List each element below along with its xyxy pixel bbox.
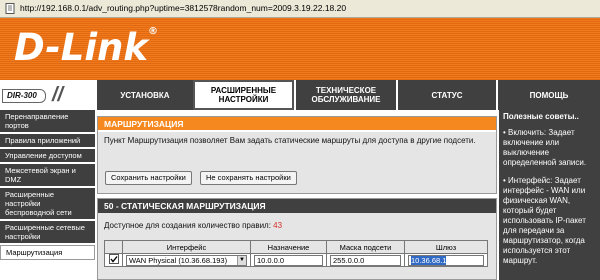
static-routes-panel: 50 - СТАТИЧЕСКАЯ МАРШРУТИЗАЦИЯ Доступное… — [97, 198, 497, 280]
col-destination: Назначение — [250, 240, 327, 254]
sidebar-item-firewall-dmz[interactable]: Межсетевой экран и DMZ — [0, 164, 95, 188]
remaining-label: Доступное для создания количество правил… — [104, 221, 271, 230]
tip-interface: • Интерфейс: Задает интерфейс - WAN или … — [503, 176, 586, 265]
enable-cell — [104, 253, 123, 267]
address-bar[interactable]: http://192.168.0.1/adv_routing.php?uptim… — [0, 0, 600, 18]
save-button[interactable]: Сохранить настройки — [105, 171, 192, 185]
tab-status[interactable]: СТАТУС — [396, 80, 496, 110]
tab-help[interactable]: ПОМОЩЬ — [496, 80, 600, 110]
top-nav: DIR-300 // УСТАНОВКА РАСШИРЕННЫЕ НАСТРОЙ… — [0, 80, 600, 110]
tab-advanced[interactable]: РАСШИРЕННЫЕ НАСТРОЙКИ — [193, 80, 294, 110]
tab-setup[interactable]: УСТАНОВКА — [95, 80, 193, 110]
routes-table: Интерфейс Назначение Маска подсети Шлюз … — [104, 240, 488, 267]
col-interface: Интерфейс — [122, 240, 251, 254]
dont-save-button[interactable]: Не сохранять настройки — [200, 171, 297, 185]
col-enable — [104, 240, 123, 254]
mask-input[interactable]: 255.0.0.0 — [330, 254, 401, 266]
sidebar-item-advanced-network[interactable]: Расширенные сетевые настройки — [0, 221, 95, 245]
model-badge: DIR-300 // — [0, 80, 95, 110]
gateway-cell: 10.36.68.1 — [404, 253, 488, 267]
routing-description: Пункт Маршрутизация позволяет Вам задать… — [104, 136, 476, 145]
interface-cell: WAN Physical (10.36.68.193) ▼ — [122, 253, 251, 267]
tips-title: Полезные советы.. — [503, 112, 579, 121]
chevron-down-icon[interactable]: ▼ — [237, 255, 246, 265]
static-routes-title: 50 - СТАТИЧЕСКАЯ МАРШРУТИЗАЦИЯ — [98, 199, 496, 213]
sidebar-item-access-control[interactable]: Управление доступом — [0, 149, 95, 164]
tab-maintenance[interactable]: ТЕХНИЧЕСКОЕ ОБСЛУЖИВАНИЕ — [294, 80, 396, 110]
remaining-rules: Доступное для создания количество правил… — [98, 213, 496, 230]
tip-enable: • Включить: Задает включение или выключе… — [503, 128, 587, 167]
table-header-row: Интерфейс Назначение Маска подсети Шлюз — [104, 240, 488, 254]
model-label: DIR-300 — [2, 89, 46, 103]
sidebar-item-advanced-wireless[interactable]: Расширенные настройки беспроводной сети — [0, 188, 95, 221]
interface-select[interactable]: WAN Physical (10.36.68.193) ▼ — [126, 254, 247, 266]
dlink-logo: D-Link® — [14, 26, 158, 69]
table-row: WAN Physical (10.36.68.193) ▼ 10.0.0.0 2… — [104, 253, 488, 267]
sidebar-item-port-forwarding[interactable]: Перенаправление портов — [0, 110, 95, 134]
url-text[interactable]: http://192.168.0.1/adv_routing.php?uptim… — [20, 3, 346, 13]
destination-input[interactable]: 10.0.0.0 — [254, 254, 323, 266]
col-mask: Маска подсети — [326, 240, 405, 254]
sidebar: Перенаправление портов Правила приложени… — [0, 110, 95, 280]
destination-cell: 10.0.0.0 — [250, 253, 327, 267]
routing-panel-title: МАРШРУТИЗАЦИЯ — [98, 117, 496, 132]
header-banner: D-Link® — [0, 18, 600, 80]
remaining-count: 43 — [273, 221, 283, 230]
routing-panel: МАРШРУТИЗАЦИЯ Пункт Маршрутизация позвол… — [97, 116, 497, 194]
tips-panel: Полезные советы.. • Включить: Задает вкл… — [499, 110, 600, 280]
sidebar-item-routing[interactable]: Маршрутизация — [0, 245, 95, 260]
main-content: МАРШРУТИЗАЦИЯ Пункт Маршрутизация позвол… — [97, 110, 497, 280]
slash-decor-icon: // — [52, 84, 64, 106]
gateway-input[interactable]: 10.36.68.1 — [408, 254, 484, 266]
enable-checkbox[interactable] — [108, 254, 119, 264]
page-icon — [5, 3, 15, 14]
sidebar-item-application-rules[interactable]: Правила приложений — [0, 134, 95, 149]
col-gateway: Шлюз — [404, 240, 488, 254]
mask-cell: 255.0.0.0 — [326, 253, 405, 267]
